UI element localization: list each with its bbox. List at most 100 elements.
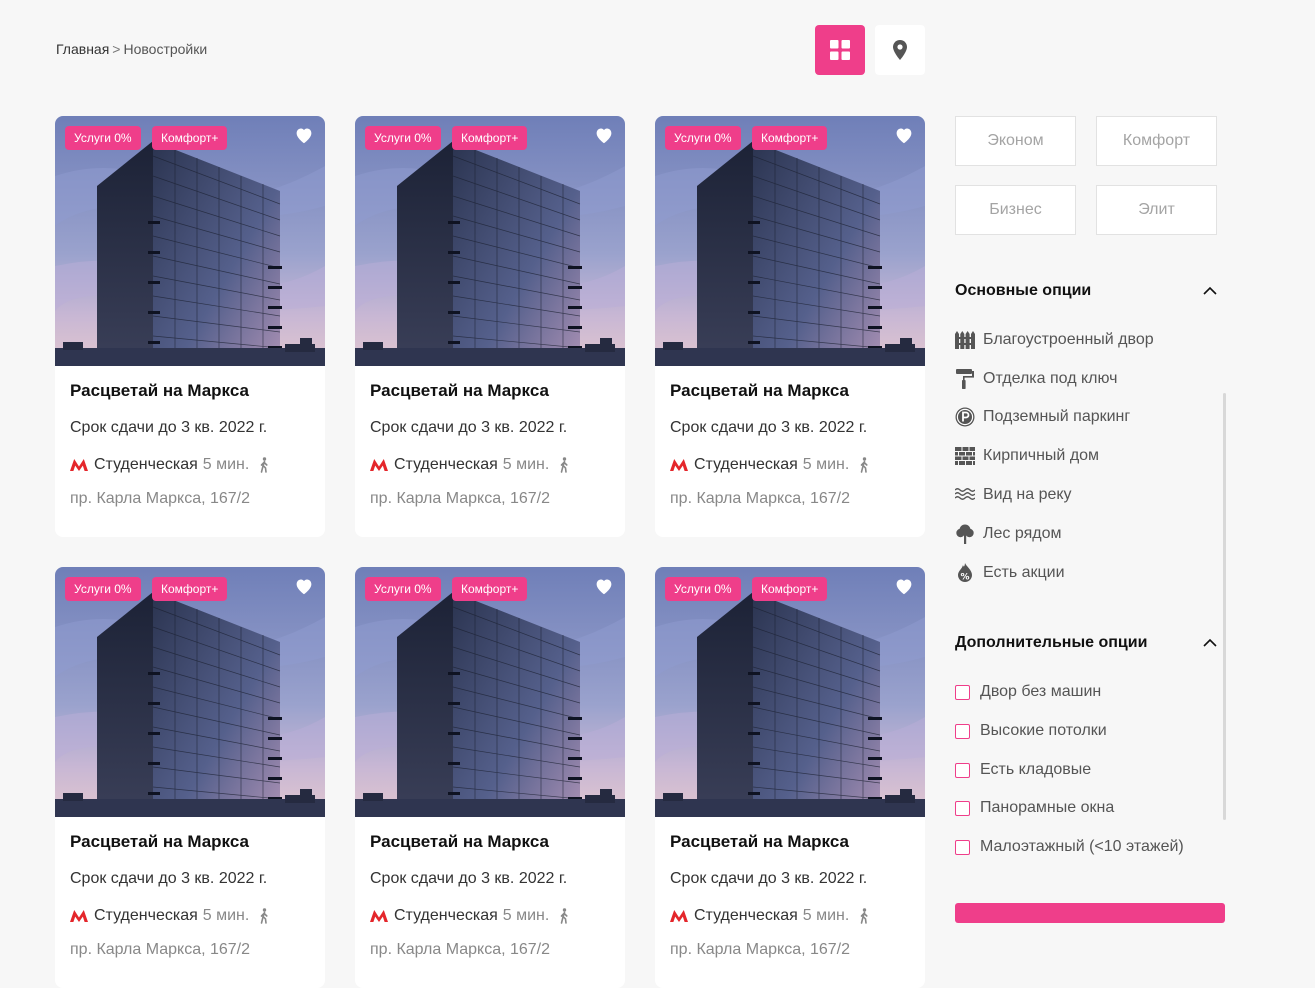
listing-deadline: Срок сдачи до 3 кв. 2022 г. xyxy=(70,419,268,436)
class-tag: Комфорт+ xyxy=(152,126,228,150)
metro-station: Студенческая xyxy=(694,456,798,473)
listing-address: пр. Карла Маркса, 167/2 xyxy=(70,941,251,958)
services-tag: Услуги 0% xyxy=(65,577,141,601)
chevron-up-icon[interactable] xyxy=(1202,638,1218,648)
filter-class-business[interactable]: Бизнес xyxy=(955,185,1076,235)
class-tag: Комфорт+ xyxy=(452,126,528,150)
option-promotions[interactable]: % Есть акции xyxy=(955,562,1065,584)
listing-deadline: Срок сдачи до 3 кв. 2022 г. xyxy=(370,419,568,436)
checkbox-panoramic-windows[interactable]: Панорамные окна xyxy=(955,797,1114,819)
metro-icon xyxy=(670,910,688,922)
listing-deadline: Срок сдачи до 3 кв. 2022 г. xyxy=(70,870,268,887)
apply-filters-button[interactable] xyxy=(955,903,1225,923)
checkbox-label: Панорамные окна xyxy=(980,799,1115,816)
checkbox-low-rise[interactable]: Малоэтажный (<10 этажей) xyxy=(955,836,1184,858)
checkbox-box[interactable] xyxy=(955,684,970,700)
services-tag: Услуги 0% xyxy=(365,577,441,601)
listing-deadline: Срок сдачи до 3 кв. 2022 г. xyxy=(370,870,568,887)
heart-icon[interactable] xyxy=(594,126,614,144)
class-tag: Комфорт+ xyxy=(752,126,828,150)
listing-deadline: Срок сдачи до 3 кв. 2022 г. xyxy=(670,419,868,436)
brick-icon xyxy=(955,446,975,466)
listing-title[interactable]: Расцветай на Маркса xyxy=(70,832,310,852)
walking-person-icon xyxy=(861,457,868,473)
checkbox-box[interactable] xyxy=(955,839,970,855)
listing-card[interactable]: Услуги 0% Комфорт+ Расцветай на Маркса С… xyxy=(55,116,325,537)
listing-photo: Услуги 0% Комфорт+ xyxy=(55,116,325,366)
listing-photo: Услуги 0% Комфорт+ xyxy=(55,567,325,817)
listing-title[interactable]: Расцветай на Маркса xyxy=(70,381,310,401)
listing-title[interactable]: Расцветай на Маркса xyxy=(370,832,610,852)
filters-scrollbar[interactable] xyxy=(1223,393,1226,820)
listing-card[interactable]: Услуги 0% Комфорт+ Расцветай на Маркса С… xyxy=(655,567,925,988)
checkbox-box[interactable] xyxy=(955,723,970,739)
fence-icon xyxy=(955,330,975,350)
listing-card[interactable]: Услуги 0% Комфорт+ Расцветай на Маркса С… xyxy=(355,567,625,988)
map-pin-icon xyxy=(893,40,907,60)
option-label: Есть акции xyxy=(983,564,1065,581)
walking-person-icon xyxy=(561,908,568,924)
option-label: Кирпичный дом xyxy=(983,447,1100,464)
listing-address: пр. Карла Маркса, 167/2 xyxy=(370,490,551,507)
listing-address: пр. Карла Маркса, 167/2 xyxy=(370,941,551,958)
option-brick-house[interactable]: Кирпичный дом xyxy=(955,445,1099,467)
option-river-view[interactable]: Вид на реку xyxy=(955,484,1072,506)
metro-info: Студенческая 5 мин. xyxy=(670,456,910,474)
map-view-button[interactable] xyxy=(875,25,925,75)
checkbox-label: Есть кладовые xyxy=(980,761,1092,778)
heart-icon[interactable] xyxy=(894,126,914,144)
option-label: Подземный паркинг xyxy=(983,408,1131,425)
metro-station: Студенческая xyxy=(94,456,198,473)
option-landscaped-yard[interactable]: Благоустроенный двор xyxy=(955,329,1154,351)
metro-walk-time: 5 мин. xyxy=(802,456,850,473)
class-tag: Комфорт+ xyxy=(152,577,228,601)
metro-info: Студенческая 5 мин. xyxy=(370,456,610,474)
class-tag: Комфорт+ xyxy=(752,577,828,601)
option-label: Благоустроенный двор xyxy=(983,331,1154,348)
metro-walk-time: 5 мин. xyxy=(502,456,550,473)
walking-person-icon xyxy=(861,908,868,924)
filter-class-comfort[interactable]: Комфорт xyxy=(1096,116,1217,166)
listing-photo: Услуги 0% Комфорт+ xyxy=(655,567,925,817)
breadcrumb: Главная > Новостройки xyxy=(56,41,207,57)
main-options-title: Основные опции xyxy=(955,282,1092,299)
breadcrumb-separator: > xyxy=(112,41,121,57)
paint-roller-icon xyxy=(955,369,975,389)
listing-card[interactable]: Услуги 0% Комфорт+ Расцветай на Маркса С… xyxy=(55,567,325,988)
metro-walk-time: 5 мин. xyxy=(202,456,250,473)
listing-address: пр. Карла Маркса, 167/2 xyxy=(70,490,251,507)
filter-class-econom[interactable]: Эконом xyxy=(955,116,1076,166)
heart-icon[interactable] xyxy=(294,577,314,595)
checkbox-box[interactable] xyxy=(955,762,970,778)
checkbox-no-cars-yard[interactable]: Двор без машин xyxy=(955,681,1101,703)
checkbox-high-ceilings[interactable]: Высокие потолки xyxy=(955,720,1107,742)
listing-title[interactable]: Расцветай на Маркса xyxy=(370,381,610,401)
walking-person-icon xyxy=(261,457,268,473)
listing-title[interactable]: Расцветай на Маркса xyxy=(670,832,910,852)
chevron-up-icon[interactable] xyxy=(1202,286,1218,296)
listing-card[interactable]: Услуги 0% Комфорт+ Расцветай на Маркса С… xyxy=(655,116,925,537)
checkbox-box[interactable] xyxy=(955,800,970,816)
listing-card[interactable]: Услуги 0% Комфорт+ Расцветай на Маркса С… xyxy=(355,116,625,537)
tree-icon xyxy=(955,524,975,544)
option-underground-parking[interactable]: Подземный паркинг xyxy=(955,406,1130,428)
checkbox-label: Малоэтажный (<10 этажей) xyxy=(980,838,1184,855)
heart-icon[interactable] xyxy=(894,577,914,595)
breadcrumb-home-link[interactable]: Главная xyxy=(56,41,109,57)
metro-icon xyxy=(70,459,88,471)
checkbox-storage-rooms[interactable]: Есть кладовые xyxy=(955,759,1091,781)
breadcrumb-current: Новостройки xyxy=(123,41,208,57)
listing-title[interactable]: Расцветай на Маркса xyxy=(670,381,910,401)
option-turnkey-finish[interactable]: Отделка под ключ xyxy=(955,368,1117,390)
option-label: Вид на реку xyxy=(983,486,1072,503)
option-label: Лес рядом xyxy=(983,525,1062,542)
filter-class-elite[interactable]: Элит xyxy=(1096,185,1217,235)
heart-icon[interactable] xyxy=(594,577,614,595)
option-label: Отделка под ключ xyxy=(983,370,1118,387)
option-forest-nearby[interactable]: Лес рядом xyxy=(955,523,1061,545)
services-tag: Услуги 0% xyxy=(665,577,741,601)
grid-view-button[interactable] xyxy=(815,25,865,75)
discount-icon: % xyxy=(955,563,975,583)
services-tag: Услуги 0% xyxy=(65,126,141,150)
heart-icon[interactable] xyxy=(294,126,314,144)
